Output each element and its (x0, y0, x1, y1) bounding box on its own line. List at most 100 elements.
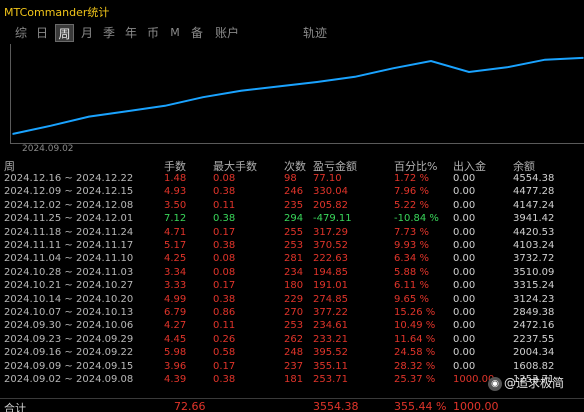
tab-year[interactable]: 年 (122, 24, 140, 42)
balance-point (544, 58, 546, 61)
cell-lots: 4.93 (164, 186, 187, 198)
cell-count: 181 (284, 374, 304, 385)
cell-balance: 3510.09 (513, 266, 555, 278)
tab-overview[interactable]: 综 (12, 24, 30, 42)
cell-period: 2024.12.02 ~ 2024.12.08 (4, 199, 134, 211)
table-row[interactable]: 2024.09.30 ~ 2024.10.06 4.27 0.11 253 234.61… (0, 320, 584, 333)
table-row[interactable]: 2024.12.09 ~ 2024.12.15 4.93 0.38 246 330.04… (0, 186, 584, 199)
balance-chart-svg (12, 56, 584, 135)
col-header-deposit[interactable]: 出入金 (453, 158, 486, 173)
table-row[interactable]: 2024.11.18 ~ 2024.11.24 4.71 0.17 255 317.29… (0, 227, 584, 240)
col-header-week[interactable]: 周 (4, 158, 15, 173)
cell-deposit: 0.00 (453, 307, 476, 318)
tab-m[interactable]: M (166, 24, 184, 42)
tab-currency[interactable]: 币 (144, 24, 162, 42)
cell-percent: 25.37 % (394, 374, 436, 385)
cell-period: 2024.10.14 ~ 2024.10.20 (4, 293, 134, 305)
table-row[interactable]: 2024.10.14 ~ 2024.10.20 4.99 0.38 229 274.85… (0, 294, 584, 307)
table-row[interactable]: 2024.12.02 ~ 2024.12.08 3.50 0.11 235 205.82… (0, 200, 584, 213)
cell-balance: 4147.24 (513, 199, 555, 211)
table-row[interactable]: 2024.11.11 ~ 2024.11.17 5.17 0.38 253 370.52… (0, 240, 584, 253)
cell-pnl: -479.11 (313, 213, 352, 225)
cell-count: 98 (284, 173, 297, 184)
cell-balance: 2004.34 (513, 347, 555, 359)
col-header-balance[interactable]: 余额 (513, 158, 535, 173)
table-row[interactable]: 2024.10.07 ~ 2024.10.13 6.79 0.86 270 377.22… (0, 307, 584, 320)
cell-percent: 15.26 % (394, 307, 436, 318)
tab-notes[interactable]: 备 (188, 24, 206, 42)
cell-max-lots: 0.38 (213, 293, 236, 305)
col-header-percent[interactable]: 百分比% (394, 158, 437, 173)
table-row[interactable]: 2024.09.23 ~ 2024.09.29 4.45 0.26 262 233.21… (0, 334, 584, 347)
cell-pnl: 194.85 (313, 266, 348, 278)
cell-max-lots: 0.08 (213, 253, 236, 265)
cell-period: 2024.10.28 ~ 2024.11.03 (4, 266, 134, 278)
cell-period: 2024.09.09 ~ 2024.09.15 (4, 360, 134, 372)
cell-deposit: 0.00 (453, 347, 476, 359)
cell-percent: 28.32 % (394, 360, 436, 372)
col-header-pnl[interactable]: 盈亏金额 (313, 158, 357, 173)
balance-point (506, 66, 508, 69)
cell-deposit: 0.00 (453, 213, 476, 225)
cell-lots: 3.34 (164, 266, 187, 278)
table-row[interactable]: 2024.12.16 ~ 2024.12.22 1.48 0.08 98 77.10 1.… (0, 173, 584, 186)
balance-point (430, 60, 432, 62)
cell-count: 234 (284, 266, 304, 278)
cell-balance: 2849.38 (513, 307, 555, 318)
table-row[interactable]: 2024.11.25 ~ 2024.12.01 7.12 0.38 294 -479.1… (0, 213, 584, 226)
balance-chart (10, 44, 584, 144)
cell-max-lots: 0.11 (213, 320, 236, 332)
cell-count: 246 (284, 186, 304, 198)
cell-count: 253 (284, 320, 304, 332)
cell-period: 2024.09.30 ~ 2024.10.06 (4, 320, 134, 332)
table-row[interactable]: 2024.09.16 ~ 2024.09.22 5.98 0.58 248 395.52… (0, 347, 584, 360)
table-row[interactable]: 2024.09.09 ~ 2024.09.15 3.96 0.17 237 355.11… (0, 361, 584, 374)
cell-period: 2024.11.04 ~ 2024.11.10 (4, 253, 134, 265)
table-row[interactable]: 2024.11.04 ~ 2024.11.10 4.25 0.08 281 222.63… (0, 253, 584, 266)
cell-max-lots: 0.58 (213, 347, 236, 359)
cell-pnl: 234.61 (313, 320, 348, 332)
cell-deposit: 0.00 (453, 186, 476, 198)
cell-balance: 3941.42 (513, 213, 555, 225)
table-row[interactable]: 2024.10.21 ~ 2024.10.27 3.33 0.17 180 191.01… (0, 280, 584, 293)
tab-day[interactable]: 日 (33, 24, 51, 42)
cell-percent: 11.64 % (394, 333, 436, 345)
cell-max-lots: 0.38 (213, 240, 236, 251)
col-header-max-lots[interactable]: 最大手数 (213, 158, 257, 173)
cell-deposit: 0.00 (453, 293, 476, 305)
col-header-lots[interactable]: 手数 (164, 158, 186, 173)
cell-pnl: 355.11 (313, 360, 348, 372)
cell-count: 253 (284, 240, 304, 251)
balance-point (88, 115, 90, 118)
cell-percent: 5.88 % (394, 266, 429, 278)
tab-month[interactable]: 月 (78, 24, 96, 42)
balance-point (354, 76, 356, 78)
cell-pnl: 377.22 (313, 307, 348, 318)
cell-max-lots: 0.38 (213, 213, 236, 225)
cell-count: 237 (284, 360, 304, 372)
tab-bar: 综 日 周 月 季 年 币 M 备 账户 轨迹 (0, 22, 584, 44)
cell-percent: 7.73 % (394, 226, 429, 238)
cell-deposit: 0.00 (453, 199, 476, 211)
cell-balance: 3732.72 (513, 253, 555, 265)
cell-count: 229 (284, 293, 304, 305)
cell-lots: 4.71 (164, 226, 187, 238)
cell-period: 2024.10.07 ~ 2024.10.13 (4, 307, 134, 318)
cell-period: 2024.11.25 ~ 2024.12.01 (4, 213, 134, 225)
cell-pnl: 317.29 (313, 226, 348, 238)
cell-max-lots: 0.38 (213, 186, 236, 198)
table-row[interactable]: 2024.10.28 ~ 2024.11.03 3.34 0.08 234 194.85… (0, 267, 584, 280)
balance-point (50, 124, 52, 127)
tab-account[interactable]: 账户 (212, 24, 242, 42)
tab-week[interactable]: 周 (55, 24, 74, 42)
tab-quarter[interactable]: 季 (100, 24, 118, 42)
cell-balance: 2472.16 (513, 320, 555, 332)
tab-trajectory[interactable]: 轨迹 (300, 24, 330, 42)
cell-lots: 3.33 (164, 280, 187, 292)
col-header-count[interactable]: 次数 (284, 158, 306, 173)
cell-pnl: 274.85 (313, 293, 348, 305)
cell-deposit: 0.00 (453, 280, 476, 292)
cell-lots: 7.12 (164, 213, 187, 225)
cell-max-lots: 0.17 (213, 226, 236, 238)
cell-balance: 3315.24 (513, 280, 555, 292)
